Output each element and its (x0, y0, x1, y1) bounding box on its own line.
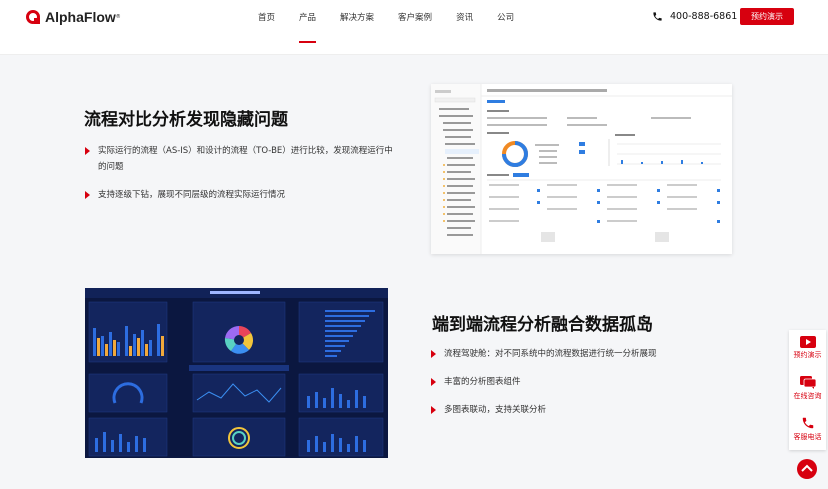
side-book-demo[interactable]: 预约演示 (789, 330, 826, 370)
logo[interactable]: AlphaFlow ® (26, 9, 121, 25)
side-service-phone[interactable]: 客服电话 (789, 410, 826, 450)
book-demo-button[interactable]: 预约演示 (740, 8, 794, 25)
side-item-label: 在线咨询 (793, 392, 822, 400)
side-item-label: 预约演示 (793, 351, 822, 359)
process-cockpit-dashboard-screenshot (85, 288, 388, 458)
nav-item-home[interactable]: 首页 (258, 11, 275, 31)
side-online-chat[interactable]: 在线咨询 (789, 370, 826, 410)
section2-bullets: 流程驾驶舱：对不同系统中的流程数据进行统一分析展现 丰富的分析图表组件 多图表联… (430, 346, 710, 430)
floating-contact-widget: 预约演示 在线咨询 客服电话 (789, 330, 826, 450)
nav-item-solutions[interactable]: 解决方案 (340, 11, 374, 31)
alphaflow-logo-icon (26, 10, 40, 24)
play-icon (799, 336, 816, 348)
section2-title: 端到端流程分析融合数据孤岛 (432, 315, 653, 335)
bullet-item: 多图表联动，支持关联分析 (430, 402, 710, 418)
nav-item-products[interactable]: 产品 (299, 11, 317, 43)
dashboard-illustration (85, 288, 388, 458)
chat-icon (799, 376, 816, 389)
bullet-item: 支持逐级下钻，展现不同层级的流程实际运行情况 (84, 187, 396, 203)
process-comparison-screenshot (431, 84, 732, 254)
main-menu: 首页 产品 解决方案 客户案例 资讯 公司 (258, 11, 538, 43)
bullet-item: 实际运行的流程（AS-IS）和设计的流程（TO-BE）进行比较，发现流程运行中的… (84, 143, 396, 175)
process-comparison-illustration (431, 84, 732, 254)
bullet-item: 流程驾驶舱：对不同系统中的流程数据进行统一分析展现 (430, 346, 710, 362)
section1-bullets: 实际运行的流程（AS-IS）和设计的流程（TO-BE）进行比较，发现流程运行中的… (84, 143, 396, 215)
back-to-top-button[interactable] (797, 459, 817, 479)
phone-number: 400-888-6861 (670, 11, 738, 22)
nav-item-news[interactable]: 资讯 (456, 11, 473, 31)
top-navigation: AlphaFlow ® 首页 产品 解决方案 客户案例 资讯 公司 400-88… (0, 0, 828, 55)
phone-contact[interactable]: 400-888-6861 (652, 11, 737, 22)
nav-item-company[interactable]: 公司 (497, 11, 514, 31)
arrow-up-icon (801, 464, 813, 472)
phone-icon (653, 12, 662, 21)
bullet-item: 丰富的分析图表组件 (430, 374, 710, 390)
phone-icon (802, 417, 813, 429)
section1-title: 流程对比分析发现隐藏问题 (84, 110, 288, 130)
brand-name: AlphaFlow (45, 9, 116, 25)
nav-item-cases[interactable]: 客户案例 (398, 11, 432, 31)
side-item-label: 客服电话 (793, 433, 822, 441)
